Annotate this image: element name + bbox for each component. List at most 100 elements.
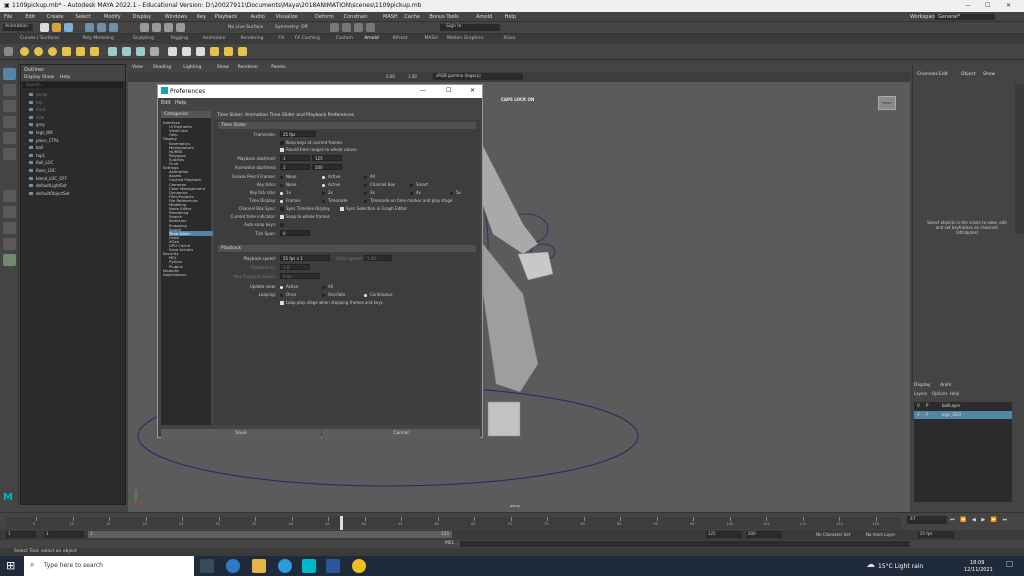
render-icon[interactable] [330,23,339,32]
shelf-tab-rendering[interactable]: Rendering [241,36,264,41]
loop-play-stage-check[interactable] [280,301,284,305]
outliner-item[interactable]: top1 [25,153,45,158]
rotate-tool-icon[interactable] [3,132,16,144]
outliner-item[interactable]: persp [25,92,47,97]
area-light-icon[interactable] [76,47,85,56]
viewport-menu-lighting[interactable]: Lighting [183,65,201,70]
viewport-menu-panels[interactable]: Panels [271,65,285,70]
range-start2-field[interactable]: 1 [44,531,84,538]
grease-none-dot[interactable] [280,175,283,179]
outliner-item[interactable]: top [25,100,43,105]
sync-selection-check[interactable] [340,207,344,211]
snap-grid-icon[interactable] [140,23,149,32]
anim-end-field[interactable]: 200 [746,531,782,538]
volume-light-icon[interactable] [90,47,99,56]
menu-display[interactable]: Display [133,14,151,20]
key-ticks-none-radio[interactable]: None [280,182,296,187]
save-button[interactable]: Save [161,429,321,438]
looping-oscillate-dot[interactable] [322,293,325,297]
tick-size-5x-radio[interactable]: 5x [450,190,461,195]
looping-continuous-dot[interactable] [364,293,367,297]
key-ticks-active-radio[interactable]: Active [322,182,340,187]
menu-windows[interactable]: Windows [165,14,187,20]
snap-whole-check[interactable] [280,215,284,219]
outliner-item[interactable]: blend_LOC_OFF [25,176,67,181]
layer-menu-help[interactable]: Help [950,391,959,396]
layer-menu-layers[interactable]: Layers [914,391,927,396]
sync-timeline-check[interactable] [280,207,284,211]
close-button[interactable]: ✕ [1006,2,1011,9]
shelf-tab-bifrost[interactable]: Bifrost [393,36,408,41]
menu-file[interactable]: File [4,14,12,20]
layer-visibility-toggle[interactable]: V [917,412,920,417]
menu-select[interactable]: Select [75,14,90,20]
range-bar[interactable]: 1 125 [88,531,452,538]
time-display-marker-radio[interactable]: Timecode on time marker and play stage [364,198,452,203]
two-pane-layout-icon[interactable] [3,222,16,234]
layer-row[interactable]: V Plegs_GEO [914,411,1012,419]
menu-create[interactable]: Create [47,14,64,20]
sync-selection-checkbox[interactable]: Sync Selection in Graph Editor [340,206,407,211]
update-active-dot[interactable] [280,285,283,289]
channel-box-menu-channels[interactable]: Channels [917,72,938,77]
round-time-checkbox[interactable]: Round time ranges to whole values [280,147,357,152]
update-all-dot[interactable] [322,285,325,289]
hypershade-icon[interactable] [366,23,375,32]
grease-all-radio[interactable]: All [364,174,375,179]
channel-box-menu-show[interactable]: Show [983,72,995,77]
layer-tab-anim[interactable]: Anim [940,383,952,388]
ipr-render-icon[interactable] [342,23,351,32]
shelf-tab-fx[interactable]: FX [278,36,284,41]
notification-icon[interactable]: ☐ [1006,560,1013,569]
outliner-item[interactable]: place_CTRL [25,138,59,143]
menu-visualize[interactable]: Visualize [276,14,298,20]
clock-date[interactable]: 12/11/2021 [964,567,993,573]
menu-mash[interactable]: MASH [383,14,398,20]
layer-menu-options[interactable]: Options [932,391,947,396]
tick-size-3x-radio[interactable]: 3x [364,190,375,195]
select-tool-icon[interactable] [3,68,16,80]
playback-start-field[interactable]: 1 [280,155,310,161]
workspace-dropdown[interactable]: General* [935,14,995,20]
character-set-dropdown[interactable]: No Character Set [816,532,850,537]
edge-icon[interactable] [226,559,240,573]
open-scene-icon[interactable] [52,23,61,32]
playback-controls[interactable]: ⏮ ⏪ ◀ ▶ ⏩ ⏭ [950,517,1020,525]
anim-end-field[interactable]: 200 [312,164,342,170]
layer-playback-toggle[interactable]: P [926,403,928,408]
current-frame-field[interactable]: 47 [907,516,947,524]
taskbar-search-input[interactable]: Type here to search [44,562,103,569]
playback-speed-dropdown[interactable]: 25 fps x 1 [280,255,330,261]
create-locator-icon[interactable] [168,47,177,56]
menu-edit[interactable]: Edit [25,14,35,20]
shelf-tab-curves-surfaces[interactable]: Curves / Surfaces [20,36,60,41]
taskbar-search-box[interactable]: ⌕ Type here to search [24,556,194,576]
menu-playback[interactable]: Playback [215,14,237,20]
camera-icon[interactable] [108,47,117,56]
command-input[interactable] [460,541,910,547]
save-scene-icon[interactable] [64,23,73,32]
outliner-item[interactable]: ball [25,145,43,150]
time-display-frames-radio[interactable]: Frames [280,198,301,203]
sync-timeline-checkbox[interactable]: Sync Timeline Display [280,206,330,211]
outliner-item[interactable]: defaultLightSet [25,183,67,188]
snap-point-icon[interactable] [164,23,173,32]
shelf-tab-xgen[interactable]: XGen [503,36,515,41]
layer-row[interactable]: V PballLayer [914,402,1012,410]
task-view-icon[interactable] [200,559,214,573]
grease-none-radio[interactable]: None [280,174,296,179]
channel-box-menu-edit[interactable]: Edit [939,72,948,77]
outliner-item[interactable]: defaultObjectSet [25,191,70,196]
looping-oscillate-radio[interactable]: Oscillate [322,292,345,297]
spot-light-icon[interactable] [62,47,71,56]
select-object-icon[interactable] [97,23,106,32]
set-key-icon[interactable] [210,47,219,56]
camera-aim-icon[interactable] [122,47,131,56]
time-slider-section[interactable]: Time Slider [218,122,476,129]
preferences-menu-help[interactable]: Help [175,100,186,106]
stereo-camera-icon[interactable] [150,47,159,56]
current-time-marker[interactable] [340,516,343,530]
mel-label[interactable]: MEL [445,541,454,546]
scale-tool-icon[interactable] [3,148,16,160]
shelf-tab-custom[interactable]: Custom [336,36,353,41]
